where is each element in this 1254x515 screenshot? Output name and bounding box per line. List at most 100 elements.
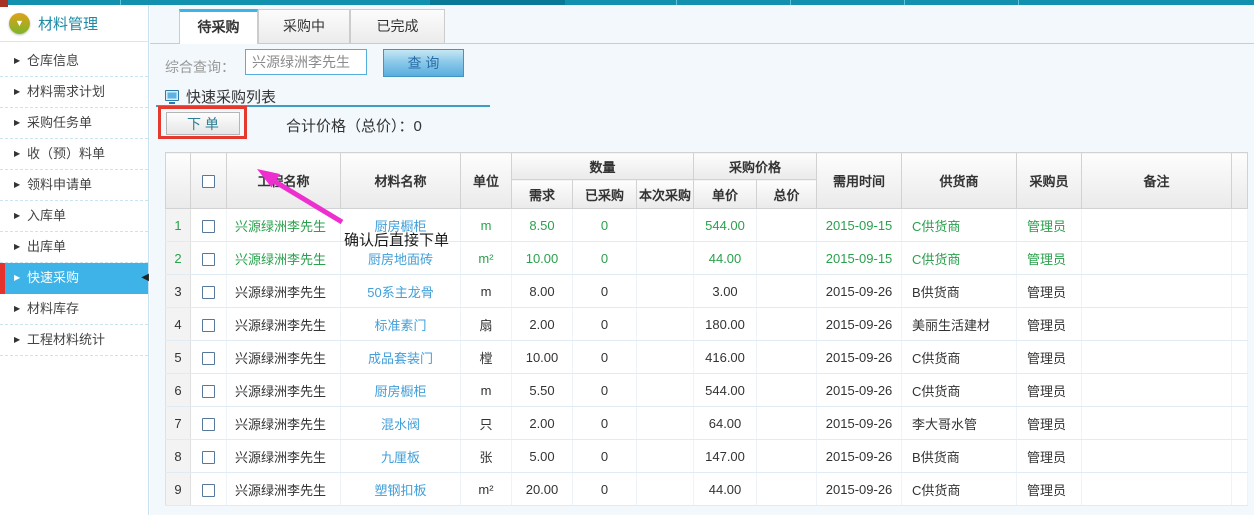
sidebar-item-0[interactable]: ▶仓库信息 xyxy=(0,46,148,77)
row-checkbox[interactable] xyxy=(202,484,215,497)
search-button[interactable]: 查 询 xyxy=(383,49,464,77)
notch-left-icon: ◀ xyxy=(141,263,149,293)
tab-purchasing[interactable]: 采购中 xyxy=(258,9,350,44)
row-checkbox[interactable] xyxy=(202,286,215,299)
place-order-button[interactable]: 下 单 xyxy=(166,112,240,135)
material-link[interactable]: 混水阀 xyxy=(381,417,420,432)
tab-pending-purchase[interactable]: 待采购 xyxy=(179,9,258,44)
select-all-checkbox[interactable] xyxy=(202,175,215,188)
cell-material: 标准素门 xyxy=(341,308,461,341)
row-number: 1 xyxy=(166,209,191,242)
cell-buyer: 管理员 xyxy=(1017,308,1082,341)
material-link[interactable]: 厨房地面砖 xyxy=(368,252,433,267)
sidebar-item-label: 领料申请单 xyxy=(27,177,92,192)
material-link[interactable]: 50系主龙骨 xyxy=(367,285,433,300)
sidebar-item-8[interactable]: ▶材料库存 xyxy=(0,294,148,325)
cell-unit: m² xyxy=(461,473,512,506)
checkbox-cell xyxy=(191,440,227,473)
cell-buyer: 管理员 xyxy=(1017,407,1082,440)
triangle-right-icon: ▶ xyxy=(14,201,20,231)
cell-need-date: 2015-09-15 xyxy=(817,242,902,275)
material-link[interactable]: 成品套装门 xyxy=(368,351,433,366)
row-checkbox[interactable] xyxy=(202,253,215,266)
cell-project: 兴源绿洲李先生 xyxy=(227,275,341,308)
sidebar-item-2[interactable]: ▶采购任务单 xyxy=(0,108,148,139)
cell-unit-price: 416.00 xyxy=(694,341,757,374)
row-checkbox[interactable] xyxy=(202,385,215,398)
cell-demand: 8.50 xyxy=(512,209,573,242)
row-number: 7 xyxy=(166,407,191,440)
sidebar-title: 材料管理 xyxy=(38,13,98,34)
sidebar-item-3[interactable]: ▶收（预）料单 xyxy=(0,139,148,170)
cell-demand: 5.00 xyxy=(512,440,573,473)
row-checkbox[interactable] xyxy=(202,451,215,464)
header-purchased: 已采购 xyxy=(573,180,637,209)
cell-unit-price: 44.00 xyxy=(694,242,757,275)
header-supplier: 供货商 xyxy=(902,153,1017,209)
sidebar-menu: ▶仓库信息▶材料需求计划▶采购任务单▶收（预）料单▶领料申请单▶入库单▶出库单▶… xyxy=(0,42,148,356)
table-row: 9兴源绿洲李先生塑钢扣板m²20.00044.002015-09-26C供货商管… xyxy=(166,473,1248,506)
material-link[interactable]: 九厘板 xyxy=(381,450,420,465)
total-price-text: 合计价格（总价）：0 xyxy=(286,115,422,136)
material-link[interactable]: 厨房橱柜 xyxy=(374,384,426,399)
cell-material: 厨房橱柜 xyxy=(341,209,461,242)
cell-purchased: 0 xyxy=(573,275,637,308)
cell-unit: 只 xyxy=(461,407,512,440)
header-total-price: 总价 xyxy=(757,180,817,209)
checkbox-cell xyxy=(191,473,227,506)
cell-buyer: 管理员 xyxy=(1017,473,1082,506)
header-spacer xyxy=(1232,153,1248,209)
cell-total-price xyxy=(757,440,817,473)
cell-demand: 8.00 xyxy=(512,275,573,308)
tab-completed[interactable]: 已完成 xyxy=(350,9,445,44)
search-input[interactable] xyxy=(245,49,367,75)
sidebar-item-5[interactable]: ▶入库单 xyxy=(0,201,148,232)
triangle-right-icon: ▶ xyxy=(14,77,20,107)
cell-buyer: 管理员 xyxy=(1017,374,1082,407)
cell-supplier: 李大哥水管 xyxy=(902,407,1017,440)
table-row: 7兴源绿洲李先生混水阀只2.00064.002015-09-26李大哥水管管理员 xyxy=(166,407,1248,440)
cell-this-purchase xyxy=(637,242,694,275)
table-body: 1兴源绿洲李先生厨房橱柜m8.500544.002015-09-15C供货商管理… xyxy=(166,209,1248,506)
row-checkbox[interactable] xyxy=(202,319,215,332)
checkbox-cell xyxy=(191,209,227,242)
row-number: 3 xyxy=(166,275,191,308)
row-number: 9 xyxy=(166,473,191,506)
sidebar-item-6[interactable]: ▶出库单 xyxy=(0,232,148,263)
cell-unit: 扇 xyxy=(461,308,512,341)
cell-project: 兴源绿洲李先生 xyxy=(227,440,341,473)
cell-need-date: 2015-09-26 xyxy=(817,341,902,374)
sidebar-item-4[interactable]: ▶领料申请单 xyxy=(0,170,148,201)
cell-demand: 2.00 xyxy=(512,407,573,440)
app-window: ▼ 材料管理 ▶仓库信息▶材料需求计划▶采购任务单▶收（预）料单▶领料申请单▶入… xyxy=(0,0,1254,515)
row-number: 2 xyxy=(166,242,191,275)
material-link[interactable]: 标准素门 xyxy=(374,318,426,333)
sidebar-item-9[interactable]: ▶工程材料统计 xyxy=(0,325,148,356)
sidebar-item-7[interactable]: ▶快速采购◀ xyxy=(0,263,148,294)
cell-need-date: 2015-09-26 xyxy=(817,374,902,407)
quick-purchase-table-wrap: 工程名称 材料名称 单位 数量 采购价格 需用时间 供货商 采购员 备注 需求 … xyxy=(165,152,1248,506)
cell-remark xyxy=(1082,341,1232,374)
cell-unit-price: 44.00 xyxy=(694,473,757,506)
triangle-right-icon: ▶ xyxy=(14,108,20,138)
sidebar-item-1[interactable]: ▶材料需求计划 xyxy=(0,77,148,108)
cell-unit-price: 64.00 xyxy=(694,407,757,440)
cell-purchased: 0 xyxy=(573,473,637,506)
row-checkbox[interactable] xyxy=(202,220,215,233)
cell-total-price xyxy=(757,308,817,341)
material-link[interactable]: 厨房橱柜 xyxy=(374,219,426,234)
sidebar-header[interactable]: ▼ 材料管理 xyxy=(0,5,148,42)
cell-need-date: 2015-09-15 xyxy=(817,209,902,242)
material-link[interactable]: 塑钢扣板 xyxy=(374,483,426,498)
row-checkbox[interactable] xyxy=(202,418,215,431)
checkbox-cell xyxy=(191,242,227,275)
cell-purchased: 0 xyxy=(573,407,637,440)
cell-project: 兴源绿洲李先生 xyxy=(227,308,341,341)
cell-supplier: B供货商 xyxy=(902,440,1017,473)
cell-unit: m xyxy=(461,374,512,407)
row-checkbox[interactable] xyxy=(202,352,215,365)
cell-unit-price: 544.00 xyxy=(694,374,757,407)
spacer-cell xyxy=(1232,341,1248,374)
cell-supplier: C供货商 xyxy=(902,209,1017,242)
spacer-cell xyxy=(1232,440,1248,473)
